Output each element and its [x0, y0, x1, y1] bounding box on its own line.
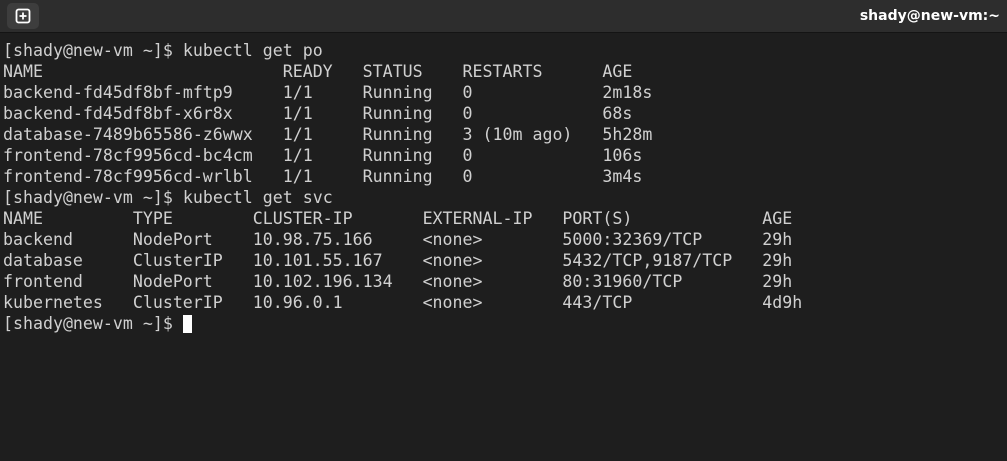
shell-prompt: [shady@new-vm ~]$	[3, 188, 173, 207]
shell-prompt: [shady@new-vm ~]$	[3, 41, 173, 60]
svc-cell: NodePort	[132, 230, 213, 249]
svc-cell: database	[3, 251, 83, 270]
svc-cell: <none>	[422, 293, 483, 312]
pod-cell: 0	[462, 104, 473, 123]
window-title: shady@new-vm:~	[859, 8, 1000, 24]
pod-cell: 1/1	[282, 125, 313, 144]
new-tab-button[interactable]	[7, 3, 39, 29]
svc-cell: TYPE	[132, 209, 173, 228]
pod-cell: 0	[462, 146, 473, 165]
pod-cell: 106s	[602, 146, 643, 165]
pod-cell: RESTARTS	[462, 62, 543, 81]
svc-cell: 29h	[762, 230, 793, 249]
svc-cell: <none>	[422, 251, 483, 270]
get-services-command: kubectl get svc	[182, 188, 333, 207]
command-line: [shady@new-vm ~]$ kubectl get svc	[3, 187, 1003, 208]
title-bar: shady@new-vm:~	[0, 0, 1007, 33]
terminal-output[interactable]: [shady@new-vm ~]$ kubectl get po NAME REA…	[3, 40, 1003, 458]
svc-cell: NodePort	[132, 272, 213, 291]
pod-cell: 2m18s	[602, 83, 653, 102]
pod-cell: 68s	[602, 104, 633, 123]
pod-cell: frontend-78cf9956cd-wrlbl	[3, 167, 253, 186]
svc-cell: CLUSTER-IP	[252, 209, 353, 228]
pod-cell: AGE	[602, 62, 633, 81]
svc-cell: 29h	[762, 251, 793, 270]
svc-cell: 80:31960/TCP	[562, 272, 683, 291]
svc-cell: PORT(S)	[562, 209, 633, 228]
pod-header-row: NAME READY STATUS RESTARTS AGE	[3, 61, 1003, 82]
pods-table: NAME READY STATUS RESTARTS AGE backend-fd45df…	[3, 61, 1003, 187]
pod-row: frontend-78cf9956cd-wrlbl 1/1 Running 0 3m4s	[3, 166, 1003, 187]
pod-cell: 3 (10m ago)	[462, 125, 573, 144]
pod-cell: Running	[362, 125, 433, 144]
pod-cell: 1/1	[282, 146, 313, 165]
svc-cell: 29h	[762, 272, 793, 291]
pod-cell: 1/1	[282, 104, 313, 123]
command-line: [shady@new-vm ~]$ kubectl get po	[3, 40, 1003, 61]
pod-cell: STATUS	[362, 62, 423, 81]
command-text: kubectl get svc	[173, 187, 333, 208]
pod-row: backend-fd45df8bf-x6r8x 1/1 Running 0 68s	[3, 103, 1003, 124]
pod-cell: 1/1	[282, 83, 313, 102]
pod-row: backend-fd45df8bf-mftp9 1/1 Running 0 2m18s	[3, 82, 1003, 103]
plus-square-icon	[15, 8, 31, 24]
text-cursor	[182, 314, 192, 333]
pod-cell: Running	[362, 104, 433, 123]
active-prompt-line[interactable]: [shady@new-vm ~]$	[3, 313, 1003, 334]
svc-cell: 10.98.75.166	[252, 230, 373, 249]
pod-cell: READY	[282, 62, 333, 81]
pod-cell: database-7489b65586-z6wwx	[3, 125, 253, 144]
get-pods-command: kubectl get po	[182, 41, 323, 60]
svc-cell: NAME	[3, 209, 43, 228]
command-text: kubectl get po	[173, 40, 323, 61]
svc-cell: 5432/TCP,9187/TCP	[562, 251, 733, 270]
svc-cell: 10.101.55.167	[252, 251, 383, 270]
svc-cell: <none>	[422, 272, 483, 291]
pod-cell: 1/1	[282, 167, 313, 186]
svc-cell: backend	[3, 230, 73, 249]
svc-cell: ClusterIP	[132, 251, 223, 270]
svc-cell: ClusterIP	[132, 293, 223, 312]
svc-row: database ClusterIP 10.101.55.167 <none> 5432…	[3, 250, 1003, 271]
svc-row: kubernetes ClusterIP 10.96.0.1 <none> 443/TC…	[3, 292, 1003, 313]
pod-cell: backend-fd45df8bf-x6r8x	[3, 104, 233, 123]
pod-cell: NAME	[3, 62, 43, 81]
svc-cell: AGE	[762, 209, 793, 228]
services-table: NAME TYPE CLUSTER-IP EXTERNAL-IP PORT(S) AGE b…	[3, 208, 1003, 313]
pod-cell: 3m4s	[602, 167, 643, 186]
pod-cell: frontend-78cf9956cd-bc4cm	[3, 146, 253, 165]
pod-row: frontend-78cf9956cd-bc4cm 1/1 Running 0 106s	[3, 145, 1003, 166]
svc-cell: 5000:32369/TCP	[562, 230, 703, 249]
pod-cell: 0	[462, 83, 473, 102]
svc-cell: EXTERNAL-IP	[422, 209, 533, 228]
pod-cell: Running	[362, 167, 433, 186]
svc-cell: <none>	[422, 230, 483, 249]
svc-cell: 443/TCP	[562, 293, 633, 312]
svc-header-row: NAME TYPE CLUSTER-IP EXTERNAL-IP PORT(S) AGE	[3, 208, 1003, 229]
svc-cell: frontend	[3, 272, 83, 291]
svc-row: backend NodePort 10.98.75.166 <none> 5000:32…	[3, 229, 1003, 250]
pod-cell: Running	[362, 83, 433, 102]
svc-cell: 10.96.0.1	[252, 293, 343, 312]
pod-cell: 5h28m	[602, 125, 653, 144]
svc-row: frontend NodePort 10.102.196.134 <none> 80:3…	[3, 271, 1003, 292]
svc-cell: 10.102.196.134	[252, 272, 393, 291]
pod-cell: Running	[362, 146, 433, 165]
svc-cell: 4d9h	[762, 293, 803, 312]
terminal-window: shady@new-vm:~ [shady@new-vm ~]$ kubectl…	[0, 0, 1007, 461]
pod-cell: 0	[462, 167, 473, 186]
pod-cell: backend-fd45df8bf-mftp9	[3, 83, 233, 102]
shell-prompt: [shady@new-vm ~]$	[3, 314, 173, 333]
pod-row: database-7489b65586-z6wwx 1/1 Running 3 (10…	[3, 124, 1003, 145]
svc-cell: kubernetes	[3, 293, 103, 312]
